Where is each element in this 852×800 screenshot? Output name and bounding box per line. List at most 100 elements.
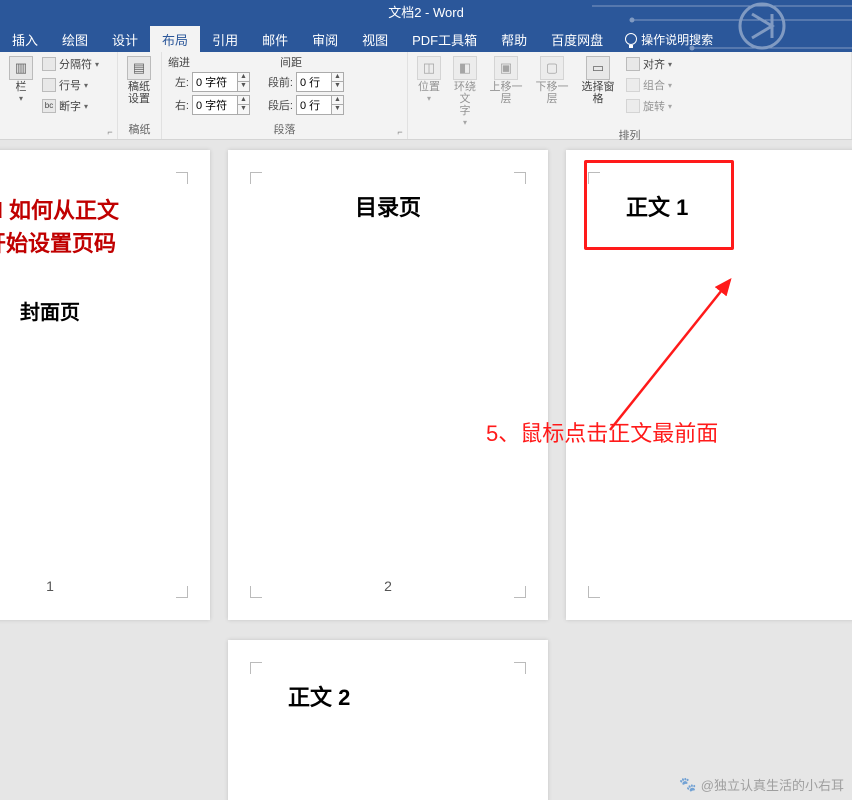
page1-subtitle: 封面页 [0,260,210,325]
align-button[interactable]: 对齐 ▾ [624,54,674,74]
line-numbers-button[interactable]: 行号 ▾ [40,75,101,95]
ribbon: ▥ 栏 ▾ 分隔符 ▾ 行号 ▾ bc 断字 ▾ [0,52,852,140]
page4-title: 正文 2 [228,640,548,712]
margin-corner [250,172,262,184]
indent-right-label: 右: [169,97,189,113]
title-bar: 文档2 - Word [0,0,852,26]
page-number-2: 2 [384,578,392,594]
indent-heading: 缩进 [168,54,190,70]
space-after-field[interactable] [297,96,331,114]
align-icon [626,57,640,71]
tab-references[interactable]: 引用 [200,26,250,52]
chevron-down-icon: ▾ [668,102,672,111]
margin-corner [514,662,526,674]
space-after-input[interactable]: ▲▼ [296,95,344,115]
annotation-text: 5、鼠标点击正文最前面 [486,416,718,448]
spin-down[interactable]: ▼ [332,105,343,114]
margin-corner [588,586,600,598]
wrap-text-icon: ◧ [453,56,477,80]
ribbon-tabs: 插入 绘图 设计 布局 引用 邮件 审阅 视图 PDF工具箱 帮助 百度网盘 操… [0,26,852,52]
window-title: 文档2 - Word [388,5,464,20]
page-4[interactable]: 正文 2 [228,640,548,800]
bring-forward-button[interactable]: ▣ 上移一层 [484,54,528,107]
manuscript-icon: ▤ [127,56,151,80]
tab-view[interactable]: 视图 [350,26,400,52]
send-backward-button[interactable]: ▢ 下移一层 [530,54,574,107]
highlight-box [584,160,734,250]
selection-pane-icon: ▭ [586,56,610,80]
page-2[interactable]: 目录页 2 [228,150,548,620]
space-before-label: 段前: [259,74,293,90]
tab-layout[interactable]: 布局 [150,26,200,52]
tab-draw[interactable]: 绘图 [50,26,100,52]
indent-right-input[interactable]: ▲▼ [192,95,250,115]
page-1[interactable]: rd 如何从正文开始设置页码 封面页 1 [0,150,210,620]
breaks-button[interactable]: 分隔符 ▾ [40,54,101,74]
chevron-down-icon: ▾ [427,94,431,103]
group-objects-button[interactable]: 组合 ▾ [624,75,674,95]
tab-mailings[interactable]: 邮件 [250,26,300,52]
tell-me-search[interactable]: 操作说明搜索 [615,26,723,52]
bring-forward-icon: ▣ [494,56,518,80]
chevron-down-icon: ▾ [668,81,672,90]
line-numbers-icon [42,78,56,92]
tab-review[interactable]: 审阅 [300,26,350,52]
breaks-icon [42,57,56,71]
paw-icon: 🐾 [679,776,696,793]
indent-left-label: 左: [169,74,189,90]
document-area[interactable]: rd 如何从正文开始设置页码 封面页 1 目录页 2 正文 1 3 正文 2 5… [0,140,852,800]
paragraph-dialog-launcher[interactable]: ⌐ [395,127,405,137]
group-arrange: ◫ 位置 ▾ ◧ 环绕文 字 ▾ ▣ 上移一层 ▢ 下移一层 ▭ 选择窗格 [408,52,852,139]
position-button[interactable]: ◫ 位置 ▾ [412,54,446,105]
tab-baidu-netdisk[interactable]: 百度网盘 [539,26,615,52]
group-label-manuscript: 稿纸 [122,123,157,138]
indent-left-input[interactable]: ▲▼ [192,72,250,92]
author-watermark: 🐾 @独立认真生活的小右耳 [679,775,844,794]
spin-up[interactable]: ▲ [332,96,343,105]
indent-right-field[interactable] [193,96,237,114]
group-paragraph: 缩进 间距 左: ▲▼ 段前: ▲▼ [162,52,408,139]
page-number-1: 1 [46,578,54,594]
spin-up[interactable]: ▲ [238,73,249,82]
wrap-text-button[interactable]: ◧ 环绕文 字 ▾ [448,54,482,129]
indent-left-field[interactable] [193,73,237,91]
tab-pdf-tools[interactable]: PDF工具箱 [400,26,489,52]
space-before-field[interactable] [297,73,331,91]
group-page-setup: ▥ 栏 ▾ 分隔符 ▾ 行号 ▾ bc 断字 ▾ [0,52,118,139]
tab-design[interactable]: 设计 [100,26,150,52]
page-setup-dialog-launcher[interactable]: ⌐ [105,127,115,137]
page2-title: 目录页 [228,150,548,222]
tell-me-label: 操作说明搜索 [641,31,713,48]
space-before-input[interactable]: ▲▼ [296,72,344,92]
tab-help[interactable]: 帮助 [489,26,539,52]
margin-corner [514,586,526,598]
spin-up[interactable]: ▲ [332,73,343,82]
margin-corner [250,586,262,598]
page1-red-title: rd 如何从正文开始设置页码 [0,150,210,260]
spin-down[interactable]: ▼ [238,82,249,91]
selection-pane-button[interactable]: ▭ 选择窗格 [576,54,620,107]
margin-corner [176,586,188,598]
margin-corner [176,172,188,184]
hyphenation-icon: bc [42,99,56,113]
spin-down[interactable]: ▼ [238,105,249,114]
group-icon [626,78,640,92]
spin-down[interactable]: ▼ [332,82,343,91]
chevron-down-icon: ▾ [19,94,23,103]
spin-up[interactable]: ▲ [238,96,249,105]
columns-button[interactable]: ▥ 栏 ▾ [4,54,38,105]
chevron-down-icon: ▾ [463,118,467,127]
hyphenation-button[interactable]: bc 断字 ▾ [40,96,101,116]
lightbulb-icon [625,33,637,45]
tab-insert[interactable]: 插入 [0,26,50,52]
chevron-down-icon: ▾ [84,102,88,111]
chevron-down-icon: ▾ [668,60,672,69]
rotate-button[interactable]: 旋转 ▾ [624,96,674,116]
position-icon: ◫ [417,56,441,80]
group-manuscript: ▤ 稿纸 设置 稿纸 [118,52,162,139]
manuscript-settings-button[interactable]: ▤ 稿纸 设置 [122,54,156,107]
rotate-icon [626,99,640,113]
chevron-down-icon: ▾ [95,60,99,69]
watermark-text: @独立认真生活的小右耳 [701,775,844,794]
margin-corner [250,662,262,674]
